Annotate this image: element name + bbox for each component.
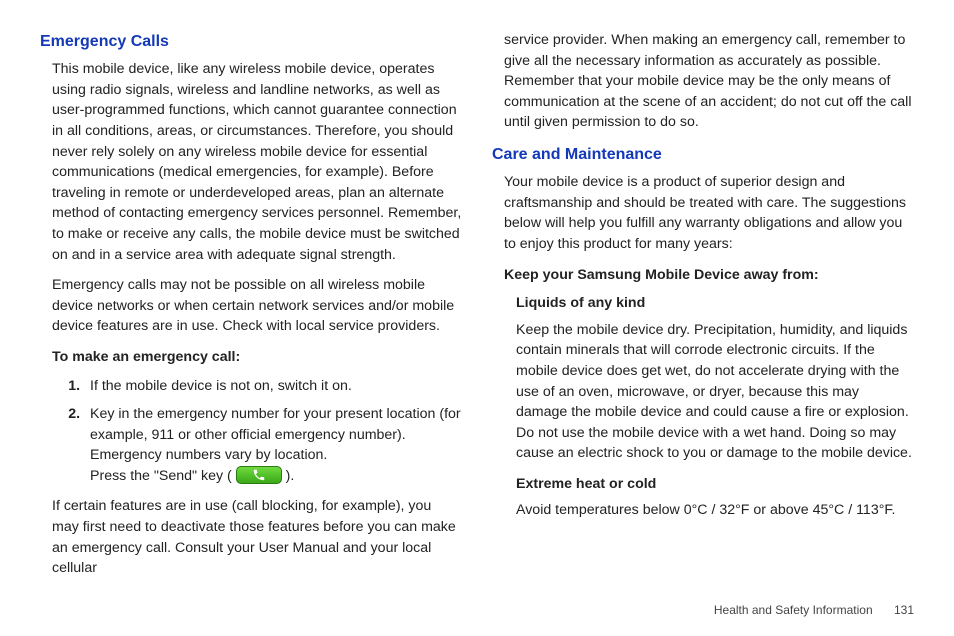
page-number: 131 — [894, 603, 914, 617]
heading-care-maintenance: Care and Maintenance — [492, 143, 914, 166]
text-before-key: Press the "Send" key ( — [90, 468, 236, 484]
paragraph: Emergency calls may not be possible on a… — [52, 275, 462, 337]
paragraph: Avoid temperatures below 0°C / 32°F or a… — [516, 500, 914, 521]
subheading-to-make-emergency-call: To make an emergency call: — [52, 347, 462, 368]
ordered-list: If the mobile device is not on, switch i… — [84, 376, 462, 487]
page-columns: Emergency Calls This mobile device, like… — [40, 30, 914, 590]
page-footer: Health and Safety Information 131 — [40, 602, 914, 619]
subheading-keep-away-from: Keep your Samsung Mobile Device away fro… — [504, 265, 914, 286]
heading-emergency-calls: Emergency Calls — [40, 30, 462, 53]
subheading-heat-cold: Extreme heat or cold — [516, 474, 914, 495]
paragraph-continuation: service provider. When making an emergen… — [504, 30, 914, 133]
right-column: service provider. When making an emergen… — [492, 30, 914, 590]
list-item: Key in the emergency number for your pre… — [84, 404, 462, 486]
left-column: Emergency Calls This mobile device, like… — [40, 30, 462, 590]
footer-label: Health and Safety Information — [714, 603, 873, 617]
text-after-key: ). — [282, 468, 295, 484]
paragraph: Keep the mobile device dry. Precipitatio… — [516, 320, 914, 464]
step-text: Key in the emergency number for your pre… — [90, 404, 462, 466]
send-key-icon — [236, 466, 282, 484]
step-send-key-line: Press the "Send" key ( ). — [90, 466, 462, 487]
subheading-liquids: Liquids of any kind — [516, 293, 914, 314]
paragraph: This mobile device, like any wireless mo… — [52, 59, 462, 265]
paragraph: If certain features are in use (call blo… — [52, 496, 462, 578]
list-item: If the mobile device is not on, switch i… — [84, 376, 462, 397]
paragraph: Your mobile device is a product of super… — [504, 172, 914, 254]
